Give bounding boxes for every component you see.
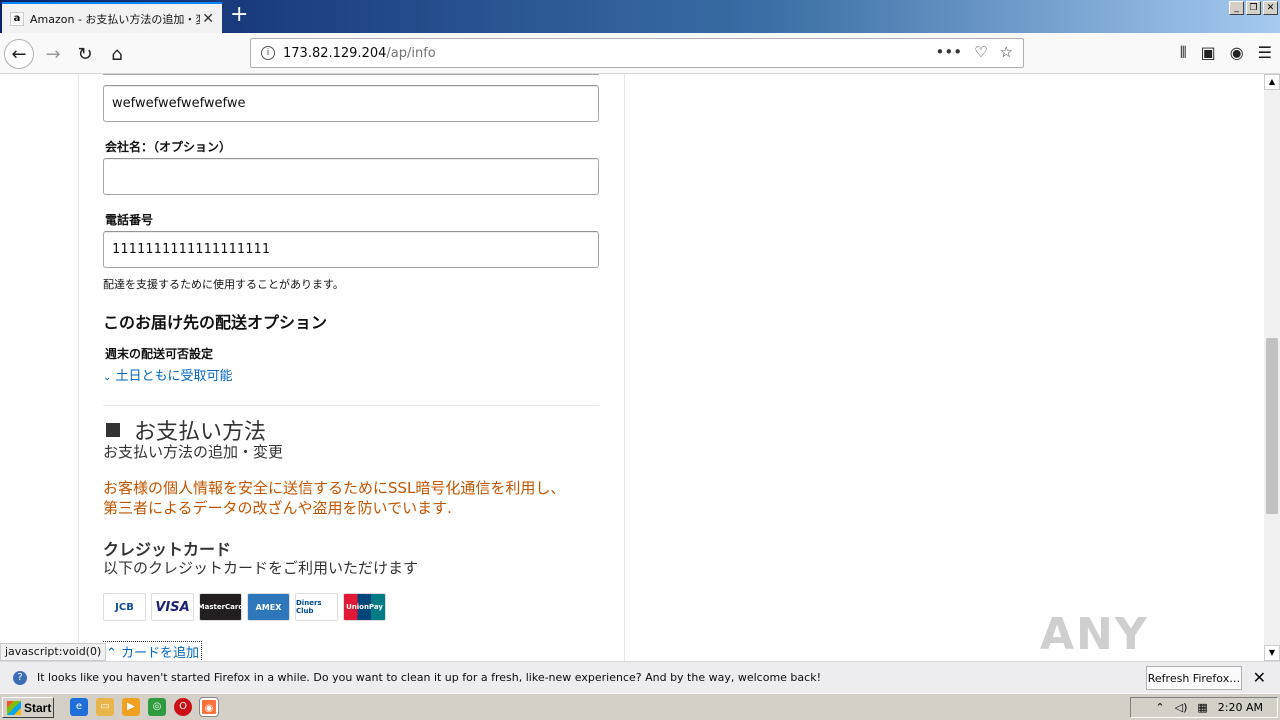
column-divider-right	[624, 74, 625, 661]
chevron-down-icon: ⌄	[103, 372, 112, 383]
vertical-scrollbar[interactable]: ▲ ▼	[1264, 74, 1280, 661]
phone-input[interactable]: 1111111111111111111	[103, 231, 599, 268]
prev-field-edge	[103, 74, 599, 75]
firefox-icon[interactable]: ◉	[199, 697, 219, 717]
restore-button[interactable]: ❐	[1246, 1, 1261, 15]
url-host: 173.82.129.204	[283, 45, 387, 61]
scroll-thumb[interactable]	[1266, 338, 1278, 514]
system-tray: ⌃ ◁) ▦ 2:20 AM	[1130, 697, 1278, 718]
mastercard-logo-icon: MasterCard	[198, 593, 243, 621]
page-actions-icon[interactable]: •••	[936, 43, 963, 61]
chrome-icon[interactable]: ◎	[148, 698, 166, 716]
bookmark-star-icon[interactable]: ☆	[1000, 43, 1013, 61]
windows-logo-icon	[7, 700, 21, 715]
library-icon[interactable]: ⫴	[1180, 43, 1187, 63]
ssl-notice-line1: お客様の個人情報を安全に送信するためにSSL暗号化通信を利用し、	[103, 479, 566, 497]
jcb-logo-icon: JCB	[103, 593, 146, 621]
sidebar-icon[interactable]: ▣	[1201, 43, 1216, 63]
quick-launch: e ▭ ▶ ◎ O ◉	[70, 697, 219, 717]
back-arrow-icon[interactable]: ←	[4, 39, 34, 69]
amazon-favicon-icon: a	[10, 11, 24, 26]
url-path: /ap/info	[386, 45, 436, 61]
refresh-firefox-button[interactable]: Refresh Firefox…	[1146, 666, 1242, 690]
windows-taskbar: Start e ▭ ▶ ◎ O ◉ ⌃ ◁) ▦ 2:20 AM	[0, 693, 1280, 720]
new-tab-button[interactable]: +	[230, 4, 248, 26]
close-window-button[interactable]: ✕	[1263, 1, 1278, 15]
payment-subtitle: お支払い方法の追加・変更	[103, 443, 284, 461]
navigation-toolbar: ← → ↻ ⌂ i 173.82.129.204/ap/info ••• ♡ ☆…	[0, 33, 1280, 74]
pocket-icon[interactable]: ♡	[974, 43, 987, 61]
weekend-link-label: 土日ともに受取可能	[115, 369, 233, 384]
close-notification-icon[interactable]: ✕	[1253, 668, 1266, 687]
tab-close-icon[interactable]: ✕	[202, 11, 214, 27]
volume-icon[interactable]: ◁)	[1175, 701, 1188, 714]
anyrun-watermark: ANY RUN	[1040, 609, 1150, 661]
reload-icon[interactable]: ↻	[70, 39, 100, 69]
visa-logo-icon: VISA	[151, 593, 194, 621]
ie-icon[interactable]: e	[70, 698, 88, 716]
credit-card-subtitle: 以下のクレジットカードをご利用いただけます	[103, 559, 419, 577]
opera-icon[interactable]: O	[174, 698, 192, 716]
notification-bar: ? It looks like you haven't started Fire…	[0, 661, 1280, 693]
site-info-icon[interactable]: i	[261, 46, 275, 60]
start-label: Start	[24, 700, 52, 715]
phone-note: 配達を支援するために使用することがあります。	[103, 278, 344, 291]
status-link-preview: javascript:void(0)	[0, 643, 107, 661]
weekend-label: 週末の配送可否設定	[105, 347, 214, 361]
home-icon[interactable]: ⌂	[102, 39, 132, 69]
tray-chevron-icon[interactable]: ⌃	[1155, 701, 1164, 714]
scroll-up-icon[interactable]: ▲	[1264, 74, 1280, 90]
weekend-toggle-link[interactable]: ⌄ 土日ともに受取可能	[103, 365, 233, 384]
delivery-options-heading: このお届け先の配送オプション	[103, 313, 328, 332]
account-icon[interactable]: ◉	[1230, 43, 1244, 63]
page-content: wefwefwefwefwefwe 会社名：（オプション） 電話番号 11111…	[0, 74, 1264, 661]
notification-message: It looks like you haven't started Firefo…	[37, 671, 821, 684]
window-controls: _ ❐ ✕	[1229, 1, 1278, 15]
company-label: 会社名：（オプション）	[105, 140, 232, 154]
square-bullet-icon	[106, 423, 120, 437]
tab-strip: a Amazon - お支払い方法の追加・変更 ✕ + _ ❐ ✕	[0, 0, 1280, 33]
minimize-button[interactable]: _	[1229, 1, 1244, 15]
chevron-up-icon: ⌃	[106, 646, 117, 661]
company-input[interactable]	[103, 158, 599, 195]
clock[interactable]: 2:20 AM	[1218, 701, 1263, 714]
add-card-label: カードを追加	[121, 646, 200, 661]
section-divider	[103, 405, 599, 406]
tab-title: Amazon - お支払い方法の追加・変更	[30, 12, 200, 26]
scroll-down-icon[interactable]: ▼	[1264, 645, 1280, 661]
ssl-notice-line2: 第三者によるデータの改ざんや盗用を防いでいます.	[103, 499, 452, 517]
media-player-icon[interactable]: ▶	[122, 698, 140, 716]
ssl-notice: お客様の個人情報を安全に送信するためにSSL暗号化通信を利用し、 第三者によるデ…	[103, 478, 603, 518]
forward-arrow-icon[interactable]: →	[38, 39, 68, 69]
start-button[interactable]: Start	[2, 697, 54, 718]
amex-logo-icon: AMEX	[247, 593, 290, 621]
unionpay-logo-icon: UnionPay	[343, 593, 386, 621]
diners-club-logo-icon: Diners Club	[295, 593, 338, 621]
name-input[interactable]: wefwefwefwefwefwe	[103, 85, 599, 122]
column-divider-left	[78, 74, 79, 661]
menu-icon[interactable]: ☰	[1258, 43, 1272, 63]
url-bar[interactable]: i 173.82.129.204/ap/info ••• ♡ ☆	[250, 38, 1024, 68]
folder-icon[interactable]: ▭	[96, 698, 114, 716]
phone-label: 電話番号	[105, 213, 154, 227]
tab-amazon[interactable]: a Amazon - お支払い方法の追加・変更 ✕	[2, 2, 222, 33]
network-icon[interactable]: ▦	[1197, 701, 1207, 714]
question-icon: ?	[13, 670, 27, 685]
card-logos: JCB VISA MasterCard AMEX Diners Club Uni…	[103, 593, 386, 621]
add-card-link[interactable]: ⌃ カードを追加	[103, 641, 203, 661]
